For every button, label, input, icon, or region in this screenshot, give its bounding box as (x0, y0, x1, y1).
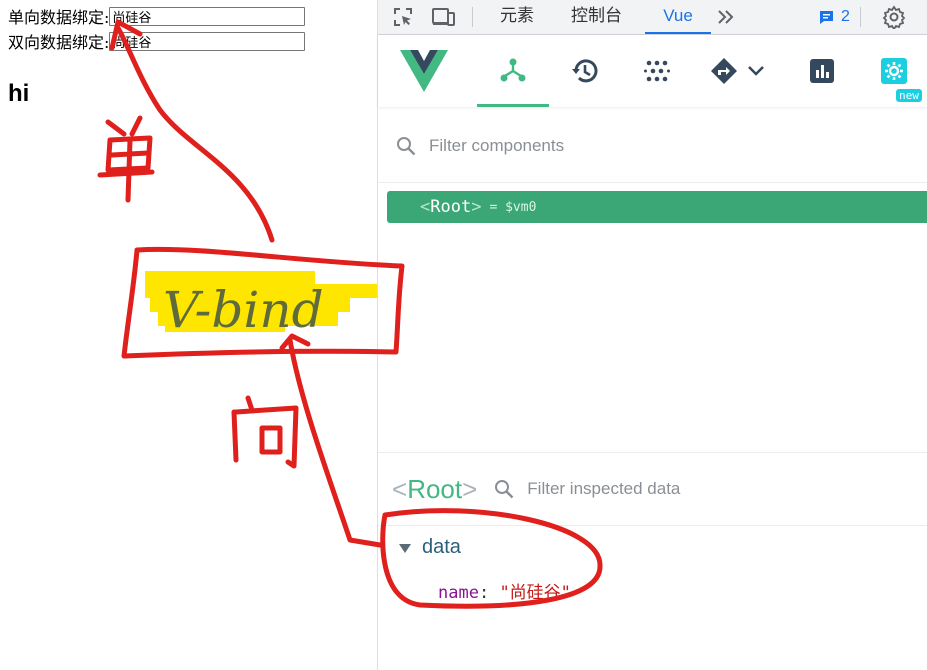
filter-components-input[interactable]: Filter components (429, 136, 564, 156)
issues-counter[interactable]: 2 (818, 8, 850, 26)
page-heading: hi (8, 80, 30, 107)
toolbar-divider (472, 7, 473, 27)
filter-components-row[interactable]: Filter components (378, 110, 927, 183)
tab-vue[interactable]: Vue (645, 0, 711, 34)
chart-icon[interactable] (786, 35, 858, 107)
data-property-row[interactable]: name: "尚硅谷" (438, 578, 571, 603)
more-tabs-icon[interactable] (714, 5, 738, 29)
inspected-component-name: <Root> (392, 473, 478, 504)
toolbar-divider (860, 7, 861, 27)
collapse-triangle-icon (399, 543, 411, 553)
one-way-binding-row: 单向数据绑定: (8, 5, 306, 27)
devtools-toolbar: 元素 控制台 Vue 2 (378, 0, 927, 35)
tab-console[interactable]: 控制台 (571, 0, 622, 34)
tab-elements[interactable]: 元素 (500, 0, 534, 34)
devtools-panel: 元素 控制台 Vue 2 new Filter components <Root… (377, 0, 927, 670)
message-icon (820, 10, 833, 24)
data-section-label: data (422, 536, 461, 558)
data-section-header[interactable]: data (398, 536, 461, 559)
timeline-history-icon[interactable] (549, 35, 621, 107)
two-way-binding-label: 双向数据绑定: (8, 33, 110, 52)
data-value[interactable]: "尚硅谷" (499, 583, 570, 603)
root-alias: = $vm0 (489, 199, 537, 215)
settings-gear-icon[interactable] (882, 5, 906, 31)
root-tag: <Root> (420, 197, 482, 217)
chevron-down-icon (748, 66, 764, 76)
page-content: 单向数据绑定: 双向数据绑定: hi (0, 0, 377, 670)
vue-devtools-nav (378, 35, 927, 107)
inspect-element-icon[interactable] (391, 5, 415, 29)
root-component-row[interactable]: <Root> = $vm0 (387, 191, 927, 223)
filter-inspected-input[interactable]: Filter inspected data (527, 479, 680, 499)
routing-icon[interactable] (692, 35, 782, 107)
search-icon (397, 137, 416, 156)
search-icon (495, 480, 514, 499)
components-tab-icon[interactable] (477, 35, 549, 107)
data-key: name (438, 583, 479, 603)
new-badge: new (896, 89, 922, 102)
one-way-binding-input[interactable] (109, 6, 306, 26)
two-way-binding-row: 双向数据绑定: (8, 30, 306, 52)
two-way-binding-input[interactable] (109, 31, 306, 51)
one-way-binding-label: 单向数据绑定: (8, 8, 110, 27)
vue-logo-icon (388, 35, 460, 107)
inspector-header: <Root> Filter inspected data (378, 452, 927, 526)
device-toolbar-icon[interactable] (431, 5, 455, 29)
performance-dots-icon[interactable] (621, 35, 693, 107)
issues-count: 2 (841, 8, 850, 25)
